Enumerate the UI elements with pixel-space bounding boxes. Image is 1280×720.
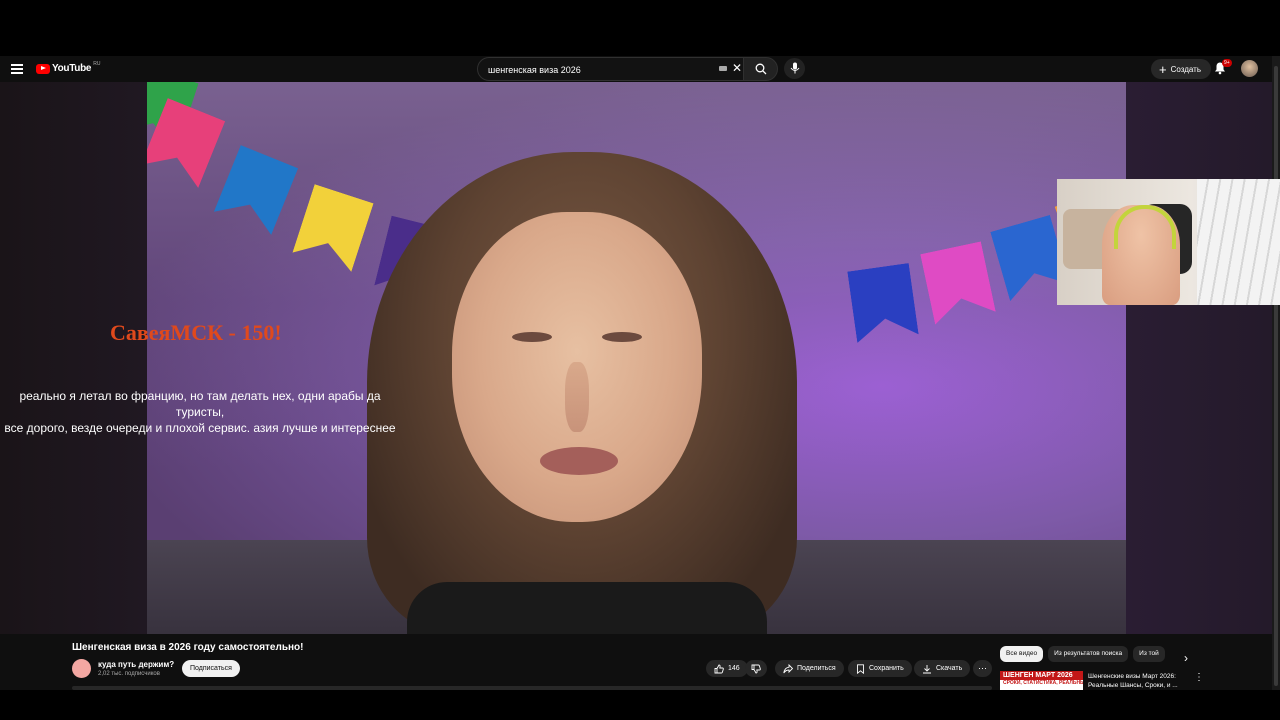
video-frame <box>147 82 1126 634</box>
mouth <box>540 447 618 475</box>
video-info-section: Шенгенская виза в 2026 году самостоятель… <box>0 634 1272 690</box>
chat-message: реально я летал во францию, но там делат… <box>0 388 400 436</box>
channel-name[interactable]: куда путь держим? <box>98 660 174 669</box>
voice-search-button[interactable] <box>784 58 805 79</box>
create-button[interactable]: + Создать <box>1151 59 1211 79</box>
recommended-video-thumbnail[interactable]: ШЕНГЕН МАРТ 2026 СРОКИ, СТАТИСТИКА, РЕАЛ… <box>1000 671 1083 690</box>
like-button[interactable]: 146 <box>706 660 748 677</box>
search-box: ✕ <box>477 57 744 81</box>
webcam-window-blinds <box>1197 179 1280 305</box>
recommended-video-title[interactable]: Шенгенские визы Март 2026: Реальные Шанс… <box>1088 672 1188 690</box>
save-button[interactable]: Сохранить <box>848 660 912 677</box>
youtube-logo[interactable]: YouTube RU <box>36 60 101 74</box>
notification-badge: 9+ <box>1222 59 1232 67</box>
description-bar <box>72 686 992 690</box>
more-vertical-icon[interactable]: ⋮ <box>1194 672 1204 683</box>
download-button[interactable]: Скачать <box>914 660 971 677</box>
person-face <box>452 212 702 522</box>
download-label: Скачать <box>936 665 963 672</box>
streamer-webcam-overlay <box>1057 179 1280 305</box>
donation-alert: СавеяМСК - 150! <box>110 320 282 345</box>
person-shirt <box>407 582 767 634</box>
player-letterbox-right <box>1126 82 1272 634</box>
clear-search-icon[interactable]: ✕ <box>732 61 742 75</box>
chip-from-search[interactable]: Из результатов поиска <box>1048 646 1129 662</box>
search-button[interactable] <box>743 57 778 81</box>
left-eye <box>512 332 552 342</box>
thumbs-down-icon <box>751 664 761 673</box>
save-label: Сохранить <box>869 665 904 672</box>
right-eye <box>602 332 642 342</box>
thumbnail-title-text: ШЕНГЕН МАРТ 2026 <box>1000 671 1083 680</box>
top-bar: YouTube RU ✕ + Создать 9+ <box>0 56 1280 82</box>
video-player[interactable]: СавеяМСК - 150! реально я летал во франц… <box>0 82 1272 634</box>
subscriber-count: 2,02 тыс. подписчиков <box>98 671 160 677</box>
thumbs-up-icon <box>714 664 724 673</box>
more-horizontal-icon: ⋯ <box>978 663 987 673</box>
dislike-button[interactable] <box>745 660 767 677</box>
channel-avatar[interactable] <box>72 659 91 678</box>
microphone-icon <box>790 62 800 74</box>
region-code: RU <box>93 60 101 67</box>
download-icon <box>923 664 931 673</box>
search-icon <box>755 63 767 75</box>
chat-message-line: реально я летал во францию, но там делат… <box>19 389 381 419</box>
chevron-right-icon[interactable]: › <box>1184 651 1188 665</box>
like-count: 146 <box>728 665 740 672</box>
scrollbar-thumb[interactable] <box>1274 66 1278 686</box>
chip-from-same[interactable]: Из той <box>1133 646 1165 662</box>
thumbnail-subtitle-text: СРОКИ, СТАТИСТИКА, РЕАЛЬНЫЕ ШАНСЫ <box>1003 680 1083 686</box>
video-title: Шенгенская виза в 2026 году самостоятель… <box>72 642 304 653</box>
youtube-play-icon <box>36 63 50 74</box>
create-label: Создать <box>1170 64 1201 74</box>
plus-icon: + <box>1159 61 1167 77</box>
share-icon <box>783 663 793 673</box>
chat-message-line: все дорого, везде очереди и плохой серви… <box>4 421 396 435</box>
nose <box>565 362 589 432</box>
user-avatar[interactable] <box>1241 60 1258 77</box>
chip-all-videos[interactable]: Все видео <box>1000 646 1044 662</box>
bookmark-icon <box>857 663 864 674</box>
more-actions-button[interactable]: ⋯ <box>973 660 992 677</box>
filter-chips: Все видео Из результатов поиска Из той <box>1000 646 1170 662</box>
menu-icon[interactable] <box>11 62 23 76</box>
player-letterbox-left <box>0 82 147 634</box>
share-button[interactable]: Поделиться <box>775 660 844 677</box>
search-input[interactable] <box>486 61 710 79</box>
keyboard-icon[interactable] <box>719 66 727 71</box>
subscribe-button[interactable]: Подписаться <box>182 660 240 677</box>
logo-text: YouTube <box>52 63 92 74</box>
share-label: Поделиться <box>797 665 836 672</box>
